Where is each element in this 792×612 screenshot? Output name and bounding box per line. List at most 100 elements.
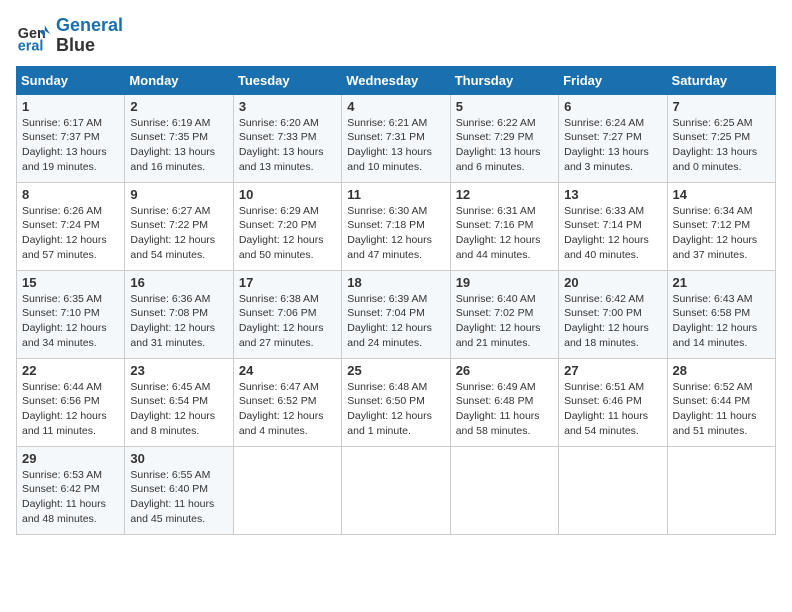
day-info: Sunrise: 6:36 AMSunset: 7:08 PMDaylight:… <box>130 293 215 349</box>
day-info: Sunrise: 6:49 AMSunset: 6:48 PMDaylight:… <box>456 381 540 437</box>
calendar-cell: 29 Sunrise: 6:53 AMSunset: 6:42 PMDaylig… <box>17 446 125 534</box>
day-number: 15 <box>22 275 119 290</box>
day-number: 22 <box>22 363 119 378</box>
day-info: Sunrise: 6:44 AMSunset: 6:56 PMDaylight:… <box>22 381 107 437</box>
calendar-cell <box>233 446 341 534</box>
calendar-cell: 16 Sunrise: 6:36 AMSunset: 7:08 PMDaylig… <box>125 270 233 358</box>
day-number: 4 <box>347 99 444 114</box>
day-number: 1 <box>22 99 119 114</box>
day-number: 14 <box>673 187 770 202</box>
weekday-header-thursday: Thursday <box>450 66 558 94</box>
day-number: 10 <box>239 187 336 202</box>
day-number: 11 <box>347 187 444 202</box>
calendar-cell <box>559 446 667 534</box>
calendar-cell <box>450 446 558 534</box>
calendar-cell: 3 Sunrise: 6:20 AMSunset: 7:33 PMDayligh… <box>233 94 341 182</box>
day-number: 9 <box>130 187 227 202</box>
calendar-cell: 4 Sunrise: 6:21 AMSunset: 7:31 PMDayligh… <box>342 94 450 182</box>
calendar-cell: 2 Sunrise: 6:19 AMSunset: 7:35 PMDayligh… <box>125 94 233 182</box>
calendar-cell <box>342 446 450 534</box>
day-info: Sunrise: 6:21 AMSunset: 7:31 PMDaylight:… <box>347 117 432 173</box>
calendar-cell: 15 Sunrise: 6:35 AMSunset: 7:10 PMDaylig… <box>17 270 125 358</box>
calendar-cell: 13 Sunrise: 6:33 AMSunset: 7:14 PMDaylig… <box>559 182 667 270</box>
calendar-cell: 28 Sunrise: 6:52 AMSunset: 6:44 PMDaylig… <box>667 358 775 446</box>
day-number: 16 <box>130 275 227 290</box>
calendar-cell: 23 Sunrise: 6:45 AMSunset: 6:54 PMDaylig… <box>125 358 233 446</box>
day-info: Sunrise: 6:51 AMSunset: 6:46 PMDaylight:… <box>564 381 648 437</box>
day-number: 18 <box>347 275 444 290</box>
day-info: Sunrise: 6:30 AMSunset: 7:18 PMDaylight:… <box>347 205 432 261</box>
page-header: Gen eral General Blue <box>16 16 776 56</box>
day-number: 17 <box>239 275 336 290</box>
day-number: 13 <box>564 187 661 202</box>
calendar-cell: 18 Sunrise: 6:39 AMSunset: 7:04 PMDaylig… <box>342 270 450 358</box>
weekday-header-friday: Friday <box>559 66 667 94</box>
day-info: Sunrise: 6:48 AMSunset: 6:50 PMDaylight:… <box>347 381 432 437</box>
day-number: 23 <box>130 363 227 378</box>
calendar-cell: 22 Sunrise: 6:44 AMSunset: 6:56 PMDaylig… <box>17 358 125 446</box>
day-number: 8 <box>22 187 119 202</box>
weekday-header-saturday: Saturday <box>667 66 775 94</box>
weekday-header-wednesday: Wednesday <box>342 66 450 94</box>
day-info: Sunrise: 6:27 AMSunset: 7:22 PMDaylight:… <box>130 205 215 261</box>
day-number: 26 <box>456 363 553 378</box>
svg-text:eral: eral <box>18 38 44 54</box>
day-number: 30 <box>130 451 227 466</box>
logo-icon: Gen eral <box>16 18 52 54</box>
calendar-cell: 8 Sunrise: 6:26 AMSunset: 7:24 PMDayligh… <box>17 182 125 270</box>
day-number: 5 <box>456 99 553 114</box>
day-number: 19 <box>456 275 553 290</box>
day-info: Sunrise: 6:40 AMSunset: 7:02 PMDaylight:… <box>456 293 541 349</box>
day-info: Sunrise: 6:20 AMSunset: 7:33 PMDaylight:… <box>239 117 324 173</box>
day-number: 24 <box>239 363 336 378</box>
weekday-header-sunday: Sunday <box>17 66 125 94</box>
day-info: Sunrise: 6:19 AMSunset: 7:35 PMDaylight:… <box>130 117 215 173</box>
calendar-cell: 11 Sunrise: 6:30 AMSunset: 7:18 PMDaylig… <box>342 182 450 270</box>
day-number: 25 <box>347 363 444 378</box>
calendar-cell <box>667 446 775 534</box>
day-number: 3 <box>239 99 336 114</box>
day-info: Sunrise: 6:43 AMSunset: 6:58 PMDaylight:… <box>673 293 758 349</box>
day-info: Sunrise: 6:38 AMSunset: 7:06 PMDaylight:… <box>239 293 324 349</box>
day-info: Sunrise: 6:25 AMSunset: 7:25 PMDaylight:… <box>673 117 758 173</box>
calendar-week-5: 29 Sunrise: 6:53 AMSunset: 6:42 PMDaylig… <box>17 446 776 534</box>
calendar-cell: 19 Sunrise: 6:40 AMSunset: 7:02 PMDaylig… <box>450 270 558 358</box>
calendar-week-1: 1 Sunrise: 6:17 AMSunset: 7:37 PMDayligh… <box>17 94 776 182</box>
day-number: 6 <box>564 99 661 114</box>
day-info: Sunrise: 6:31 AMSunset: 7:16 PMDaylight:… <box>456 205 541 261</box>
logo-text-line1: General <box>56 16 123 36</box>
day-number: 28 <box>673 363 770 378</box>
day-number: 20 <box>564 275 661 290</box>
calendar-cell: 21 Sunrise: 6:43 AMSunset: 6:58 PMDaylig… <box>667 270 775 358</box>
day-info: Sunrise: 6:29 AMSunset: 7:20 PMDaylight:… <box>239 205 324 261</box>
logo-text-line2: Blue <box>56 36 123 56</box>
day-number: 7 <box>673 99 770 114</box>
logo: Gen eral General Blue <box>16 16 123 56</box>
calendar-cell: 6 Sunrise: 6:24 AMSunset: 7:27 PMDayligh… <box>559 94 667 182</box>
day-number: 2 <box>130 99 227 114</box>
calendar-cell: 24 Sunrise: 6:47 AMSunset: 6:52 PMDaylig… <box>233 358 341 446</box>
calendar-cell: 5 Sunrise: 6:22 AMSunset: 7:29 PMDayligh… <box>450 94 558 182</box>
day-info: Sunrise: 6:24 AMSunset: 7:27 PMDaylight:… <box>564 117 649 173</box>
calendar-week-2: 8 Sunrise: 6:26 AMSunset: 7:24 PMDayligh… <box>17 182 776 270</box>
day-number: 12 <box>456 187 553 202</box>
day-info: Sunrise: 6:52 AMSunset: 6:44 PMDaylight:… <box>673 381 757 437</box>
calendar-table: SundayMondayTuesdayWednesdayThursdayFrid… <box>16 66 776 535</box>
calendar-cell: 12 Sunrise: 6:31 AMSunset: 7:16 PMDaylig… <box>450 182 558 270</box>
calendar-cell: 10 Sunrise: 6:29 AMSunset: 7:20 PMDaylig… <box>233 182 341 270</box>
day-info: Sunrise: 6:47 AMSunset: 6:52 PMDaylight:… <box>239 381 324 437</box>
day-info: Sunrise: 6:45 AMSunset: 6:54 PMDaylight:… <box>130 381 215 437</box>
day-info: Sunrise: 6:34 AMSunset: 7:12 PMDaylight:… <box>673 205 758 261</box>
weekday-header-monday: Monday <box>125 66 233 94</box>
weekday-header-tuesday: Tuesday <box>233 66 341 94</box>
day-info: Sunrise: 6:55 AMSunset: 6:40 PMDaylight:… <box>130 469 214 525</box>
calendar-cell: 17 Sunrise: 6:38 AMSunset: 7:06 PMDaylig… <box>233 270 341 358</box>
calendar-cell: 1 Sunrise: 6:17 AMSunset: 7:37 PMDayligh… <box>17 94 125 182</box>
calendar-cell: 7 Sunrise: 6:25 AMSunset: 7:25 PMDayligh… <box>667 94 775 182</box>
day-info: Sunrise: 6:39 AMSunset: 7:04 PMDaylight:… <box>347 293 432 349</box>
day-info: Sunrise: 6:35 AMSunset: 7:10 PMDaylight:… <box>22 293 107 349</box>
calendar-cell: 20 Sunrise: 6:42 AMSunset: 7:00 PMDaylig… <box>559 270 667 358</box>
calendar-cell: 14 Sunrise: 6:34 AMSunset: 7:12 PMDaylig… <box>667 182 775 270</box>
calendar-week-4: 22 Sunrise: 6:44 AMSunset: 6:56 PMDaylig… <box>17 358 776 446</box>
calendar-cell: 9 Sunrise: 6:27 AMSunset: 7:22 PMDayligh… <box>125 182 233 270</box>
